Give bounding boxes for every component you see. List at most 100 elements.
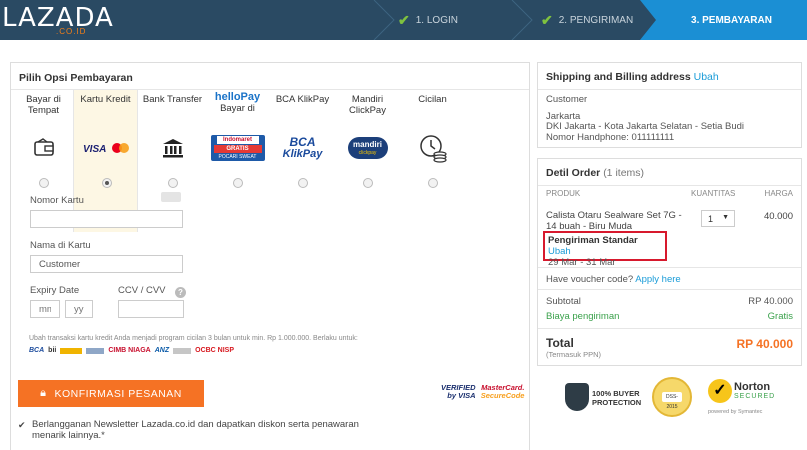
payment-option-label: Bank Transfer bbox=[142, 94, 203, 105]
clickpay-logo-text: clickpay bbox=[358, 150, 377, 156]
subtotal-row: Subtotal RP 40.000 bbox=[546, 296, 793, 307]
shipping-cost-value: Gratis bbox=[767, 311, 793, 322]
customer-name: Customer bbox=[546, 94, 588, 105]
order-item-name: Calista Otaru Sealware Set 7G - 14 buah … bbox=[546, 210, 682, 232]
subtotal-label: Subtotal bbox=[546, 296, 581, 307]
voucher-row: Have voucher code? Apply here bbox=[538, 267, 801, 291]
payment-option-hellopay[interactable]: helloPay Bayar di Indomaret GRATIS POCAR… bbox=[205, 90, 270, 232]
phone-number: Nomor Handphone: 011111111 bbox=[546, 131, 675, 143]
shipping-cost-label: Biaya pengiriman bbox=[546, 311, 620, 322]
shipping-billing-box: Shipping and Billing address Ubah Custom… bbox=[537, 62, 802, 148]
expiry-label: Expiry Date bbox=[30, 285, 80, 296]
step-payment-label: 3. PEMBAYARAN bbox=[691, 14, 772, 26]
edit-address-link[interactable]: Ubah bbox=[694, 71, 719, 83]
shipping-method: Pengiriman Standar bbox=[548, 235, 638, 246]
card-name-label: Nama di Kartu bbox=[30, 240, 91, 251]
payment-option-installment[interactable]: Cicilan bbox=[400, 90, 465, 232]
klikpay-logo-text: KlikPay bbox=[282, 148, 323, 160]
payment-option-bca-klikpay[interactable]: BCA KlikPay BCA KlikPay bbox=[270, 90, 335, 232]
col-quantity: KUANTITAS bbox=[691, 189, 736, 198]
newsletter-checkbox[interactable]: ✔ bbox=[18, 420, 26, 431]
quantity-select[interactable]: 1 ▼ bbox=[701, 210, 735, 227]
bank-logo-mandiri bbox=[60, 347, 83, 354]
order-detail-title: Detil Order bbox=[546, 167, 601, 179]
voucher-prompt: Have voucher code? bbox=[546, 274, 634, 285]
total-row: Total (Termasuk PPN) RP 40.000 bbox=[538, 328, 801, 366]
visa-mastercard-icon: VISA bbox=[74, 128, 139, 168]
trust-badges: 100% BUYER PROTECTION DSS-2015 ✓ Norton S… bbox=[560, 377, 800, 427]
bank-logo-bii: bii bbox=[48, 347, 57, 354]
hellopay-sub: Bayar di bbox=[220, 103, 255, 114]
check-icon: ✔ bbox=[398, 11, 410, 28]
newsletter-option: ✔ Berlangganan Newsletter Lazada.co.id d… bbox=[18, 419, 378, 441]
lazada-logo-domain: .CO.ID bbox=[56, 27, 87, 36]
cvv-label: CCV / CVV bbox=[118, 285, 166, 296]
col-product: PRODUK bbox=[546, 189, 581, 198]
hellopay-brand: helloPay bbox=[214, 91, 261, 103]
order-item-count: (1 items) bbox=[603, 167, 645, 179]
wallet-icon bbox=[11, 128, 76, 168]
quantity-value: 1 bbox=[708, 214, 714, 224]
step-payment: 3. PEMBAYARAN bbox=[656, 0, 807, 40]
confirm-order-button[interactable]: 🔒︎ KONFIRMASI PESANAN bbox=[18, 380, 204, 407]
col-price: HARGA bbox=[764, 189, 793, 198]
card-number-input[interactable] bbox=[30, 210, 183, 228]
address-area: DKI Jakarta - Kota Jakarta Selatan - Set… bbox=[546, 121, 745, 132]
payment-option-label: Cicilan bbox=[418, 94, 447, 105]
card-chip-icon bbox=[161, 192, 181, 202]
card-name-input[interactable] bbox=[30, 255, 183, 273]
payment-radio-selected[interactable] bbox=[102, 178, 112, 188]
total-value: RP 40.000 bbox=[736, 337, 794, 351]
expiry-year-input[interactable] bbox=[65, 300, 93, 318]
shipping-billing-title: Shipping and Billing address bbox=[546, 71, 691, 83]
checkout-header: LAZADA .CO.ID ✔ 1. LOGIN ✔ 2. PENGIRIMAN… bbox=[0, 0, 807, 40]
norton-check-icon: ✓ bbox=[708, 379, 732, 403]
cvv-input[interactable] bbox=[118, 300, 184, 318]
divider bbox=[538, 289, 801, 290]
payment-option-label: Bayar di Tempat bbox=[26, 94, 61, 116]
mastercard-securecode-logo: MasterCard. SecureCode bbox=[480, 383, 525, 400]
installment-icon bbox=[400, 128, 465, 168]
mandiri-logo-text: mandiri bbox=[353, 140, 382, 149]
payment-radio[interactable] bbox=[168, 178, 178, 188]
shipping-cost-row: Biaya pengiriman Gratis bbox=[546, 311, 793, 322]
payment-radio[interactable] bbox=[428, 178, 438, 188]
payment-option-mandiri-clickpay[interactable]: Mandiri ClickPay mandiri clickpay bbox=[335, 90, 400, 232]
check-icon: ✔ bbox=[541, 11, 553, 28]
edit-shipping-link[interactable]: Ubah bbox=[548, 246, 571, 257]
bank-icon bbox=[140, 128, 205, 168]
bank-logo-anz: ANZ bbox=[154, 347, 170, 354]
order-item-price: 40.000 bbox=[763, 211, 793, 222]
dss-seal-icon: DSS-2015 bbox=[652, 377, 692, 417]
bank-logo-permata-alt bbox=[173, 347, 192, 354]
payment-radio[interactable] bbox=[39, 178, 49, 188]
shipping-method-highlight: Pengiriman Standar Ubah 29 Mar - 31 Mar bbox=[543, 231, 667, 268]
norton-powered-by: powered by Symantec bbox=[708, 409, 763, 415]
payment-option-label: Mandiri ClickPay bbox=[349, 94, 386, 116]
bank-logo-cimb: CIMB NIAGA bbox=[108, 347, 151, 354]
payment-radio[interactable] bbox=[363, 178, 373, 188]
promo-sub: POCARI SWEAT bbox=[218, 154, 257, 160]
expiry-month-input[interactable] bbox=[30, 300, 60, 318]
apply-voucher-link[interactable]: Apply here bbox=[635, 274, 680, 285]
order-detail-header: Detil Order (1 items) bbox=[538, 159, 801, 186]
security-badges: VERIFIED by VISA MasterCard. SecureCode bbox=[441, 384, 524, 400]
subtotal-value: RP 40.000 bbox=[748, 296, 793, 307]
promo-label: GRATIS bbox=[213, 145, 262, 153]
step-shipping: ✔ 2. PENGIRIMAN bbox=[541, 0, 633, 40]
norton-secured-label: SECURED bbox=[734, 393, 776, 400]
svg-text:VISA: VISA bbox=[83, 144, 106, 155]
payment-option-label: helloPay Bayar di bbox=[205, 90, 270, 120]
payment-radio[interactable] bbox=[233, 178, 243, 188]
address-details: Customer Jarkarta DKI Jakarta - Kota Jak… bbox=[538, 90, 801, 148]
indomaret-logo: Indomaret bbox=[216, 136, 259, 144]
shipping-billing-header: Shipping and Billing address Ubah bbox=[538, 63, 801, 90]
mandiri-clickpay-icon: mandiri clickpay bbox=[335, 128, 400, 168]
help-icon[interactable]: ? bbox=[175, 287, 186, 298]
payment-radio[interactable] bbox=[298, 178, 308, 188]
bank-logo-bca: BCA bbox=[29, 347, 45, 354]
bank-logo-permata bbox=[86, 347, 105, 354]
step-login: ✔ 1. LOGIN bbox=[398, 0, 458, 40]
card-number-label: Nomor Kartu bbox=[30, 195, 84, 206]
verified-by-visa-logo: VERIFIED by VISA bbox=[441, 383, 476, 400]
